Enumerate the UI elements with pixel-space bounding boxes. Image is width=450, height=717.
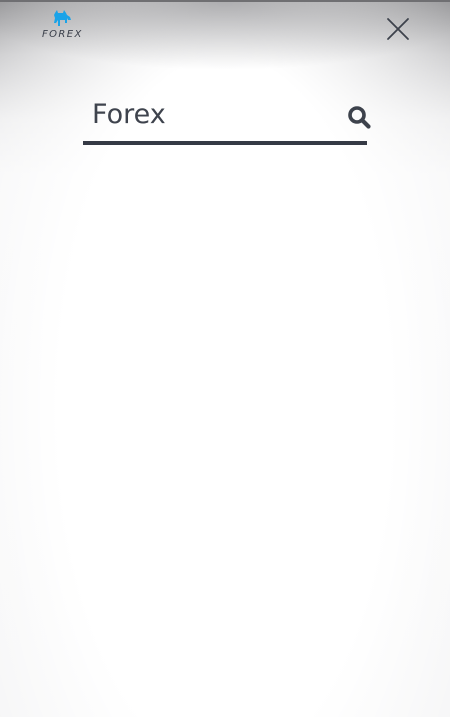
search-button[interactable] [347,105,371,129]
search-underline [83,141,367,145]
top-divider [0,0,450,2]
search-icon [348,106,371,129]
search-results-area [83,160,367,700]
logo-text: FOREX [42,29,83,40]
close-icon [387,18,409,40]
bull-icon [54,10,71,26]
search-bar [83,88,371,145]
search-input[interactable] [83,88,367,141]
brand-logo[interactable]: FOREX [40,9,92,41]
close-button[interactable] [384,15,412,43]
search-overlay: FOREX [0,0,450,717]
